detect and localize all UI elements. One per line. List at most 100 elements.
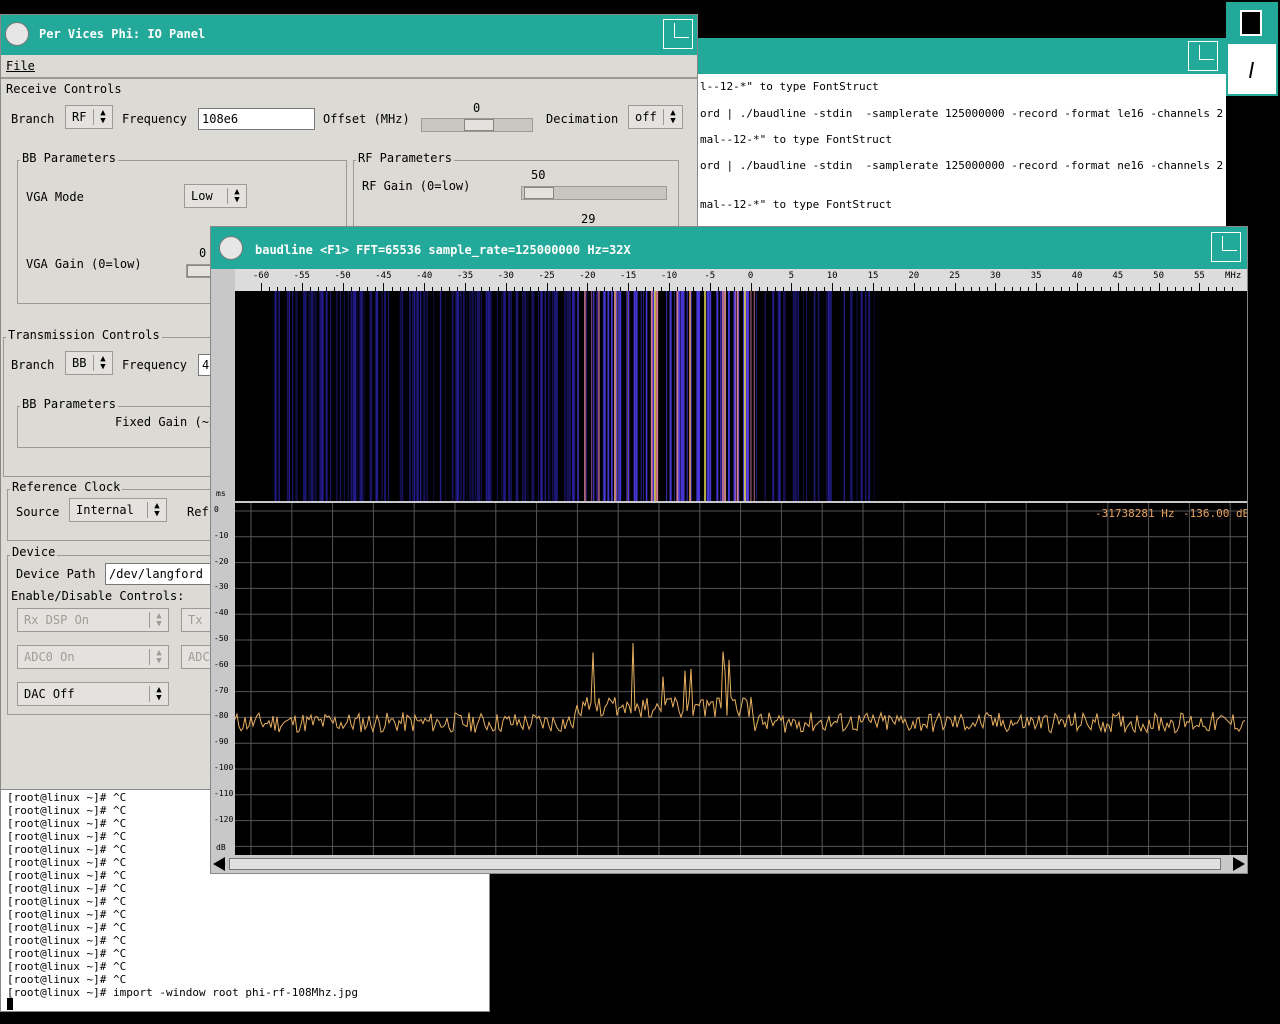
maximize-button[interactable] <box>1188 41 1218 71</box>
tx-value: Tx <box>188 613 203 627</box>
spinner-arrows-icon: ▲ ▼ <box>100 108 106 126</box>
terminal-line: [root@linux ~]# import -window root phi-… <box>7 986 358 999</box>
freq-tick-label: 35 <box>1030 271 1042 281</box>
rx-offset-slider[interactable] <box>421 118 533 132</box>
rx-decimation-label: Decimation <box>546 112 619 126</box>
rx-frequency-value: 108e6 <box>202 112 239 126</box>
vga-gain-label: VGA Gain (0=low) <box>26 257 142 271</box>
maximize-button[interactable] <box>663 19 693 49</box>
freq-tick-label: 15 <box>867 271 879 281</box>
rx-offset-value: 0 <box>473 101 481 115</box>
tx-branch-value: BB <box>72 356 87 370</box>
adc-value: ADC <box>188 650 210 664</box>
terminal-line: [root@linux ~]# ^C <box>7 921 127 934</box>
freq-tick-label: -10 <box>660 271 678 281</box>
freq-unit-label: MHz <box>1225 271 1242 281</box>
baudline-window: baudline <F1> FFT=65536 sample_rate=1250… <box>210 226 1248 874</box>
freq-tick-label: -30 <box>497 271 514 281</box>
db-tick-label: 0 <box>214 505 219 514</box>
tx-frequency-label: Frequency <box>122 358 188 372</box>
rx-dsp-select[interactable]: Rx DSP On ▲ ▼ <box>17 608 169 632</box>
tx-bb-title: BB Parameters <box>20 397 118 411</box>
freq-tick-label: -5 <box>704 271 716 281</box>
scrollbar-thumb[interactable] <box>229 858 1221 870</box>
db-tick-label: -60 <box>214 659 229 669</box>
freq-tick-label: -50 <box>334 271 351 281</box>
rx-branch-select[interactable]: RF ▲ ▼ <box>65 105 113 129</box>
freq-tick-label: -40 <box>416 271 433 281</box>
tx-branch-label: Branch <box>11 358 55 372</box>
io-panel-titlebar[interactable]: Per Vices Phi: IO Panel <box>1 15 697 55</box>
xterm-titlebar[interactable] <box>698 38 1226 74</box>
scroll-right-icon[interactable] <box>1233 857 1245 871</box>
vga-mode-value: Low <box>191 189 213 203</box>
freq-tick-label: 20 <box>908 271 920 281</box>
rx-branch-label: Branch <box>11 112 55 126</box>
xterm-line: l--12-*" to type FontStruct <box>700 80 879 93</box>
xterm-window: l--12-*" to type FontStruct ord | ./baud… <box>698 38 1226 228</box>
freq-tick-label: -55 <box>293 271 310 281</box>
time-db-axis: 0 -10 -20 -30 -40 -50 -60 -70 -80 -90 -100 -110 -120… <box>211 291 235 855</box>
freq-tick-label: 55 <box>1193 271 1205 281</box>
frequency-axis: -60 -55 -50 -45 -40 -35 -30 -25 -20 -15 -10 -5 0 5 10 1… <box>235 269 1247 292</box>
freq-tick-label: -60 <box>252 271 270 281</box>
freq-tick-label: 45 <box>1112 271 1124 281</box>
clock-iconify-button[interactable] <box>1240 10 1262 36</box>
xterm-line: mal--12-*" to type FontStruct <box>700 133 893 146</box>
ref-label: Ref <box>187 505 209 519</box>
maximize-button[interactable] <box>1211 232 1241 262</box>
transmission-title: Transmission Controls <box>6 328 162 342</box>
window-menu-button[interactable] <box>219 236 243 260</box>
db-tick-label: -50 <box>214 634 229 643</box>
vga-mode-select[interactable]: Low ▲ ▼ <box>184 184 247 208</box>
db-tick-label: -30 <box>214 582 229 592</box>
slider-handle[interactable] <box>464 119 494 131</box>
menu-file[interactable]: File <box>6 59 35 73</box>
spinner-arrows-icon: ▲ ▼ <box>156 611 162 629</box>
ref-source-select[interactable]: Internal ▲ ▼ <box>69 498 167 522</box>
db-tick-label: -110 <box>214 788 234 798</box>
db-tick-label: -10 <box>214 530 229 540</box>
waterfall-unit-label: ms <box>216 489 226 498</box>
spectrum-display[interactable] <box>235 503 1247 855</box>
waterfall-display[interactable] <box>235 291 1247 501</box>
freq-tick-label: -45 <box>375 271 392 281</box>
rx-dsp-value: Rx DSP On <box>24 613 90 627</box>
db-unit-label: dB <box>216 843 226 852</box>
freq-tick-label: -20 <box>579 271 596 281</box>
scroll-left-icon[interactable] <box>213 857 225 871</box>
cursor-db-readout: -136.00 dB <box>1183 507 1248 520</box>
rx-frequency-input[interactable]: 108e6 <box>198 108 315 130</box>
terminal-line: [root@linux ~]# ^C <box>7 947 127 960</box>
rf-gain-slider[interactable] <box>521 186 667 200</box>
db-tick-label: -80 <box>214 711 229 721</box>
dac-select[interactable]: DAC Off ▲ ▼ <box>17 682 169 706</box>
rx-decimation-value: off <box>635 110 657 124</box>
rf-gain-label: RF Gain (0=low) <box>362 179 471 193</box>
device-title: Device <box>10 545 58 559</box>
baudline-titlebar[interactable]: baudline <F1> FFT=65536 sample_rate=1250… <box>211 227 1247 269</box>
rf-extra-value: 29 <box>581 212 596 226</box>
spinner-arrows-icon: ▲ ▼ <box>234 187 240 205</box>
ref-source-label: Source <box>16 505 60 519</box>
spinner-arrows-icon: ▲ ▼ <box>156 685 162 703</box>
terminal-cursor <box>7 998 13 1010</box>
reference-clock-title: Reference Clock <box>10 480 123 494</box>
freq-tick-label: -35 <box>456 271 474 281</box>
db-tick-label: -100 <box>214 763 234 772</box>
freq-tick-label: 30 <box>989 271 1001 281</box>
db-tick-label: -70 <box>214 685 229 695</box>
db-tick-label: -40 <box>214 608 229 618</box>
device-path-label: Device Path <box>16 567 96 581</box>
adc0-select[interactable]: ADC0 On ▲ ▼ <box>17 645 169 669</box>
window-menu-button[interactable] <box>5 22 29 46</box>
horizontal-scrollbar[interactable] <box>211 855 1247 873</box>
freq-tick-label: 25 <box>949 271 961 281</box>
spectrum-trace <box>235 642 1246 735</box>
slider-handle[interactable] <box>524 187 554 199</box>
freq-tick-label: 0 <box>747 271 754 281</box>
tx-branch-select[interactable]: BB ▲ ▼ <box>65 351 113 375</box>
receive-controls-title: Receive Controls <box>6 82 122 96</box>
device-path-input[interactable]: /dev/langford <box>105 563 225 585</box>
rx-decimation-select[interactable]: off ▲ ▼ <box>628 105 683 129</box>
